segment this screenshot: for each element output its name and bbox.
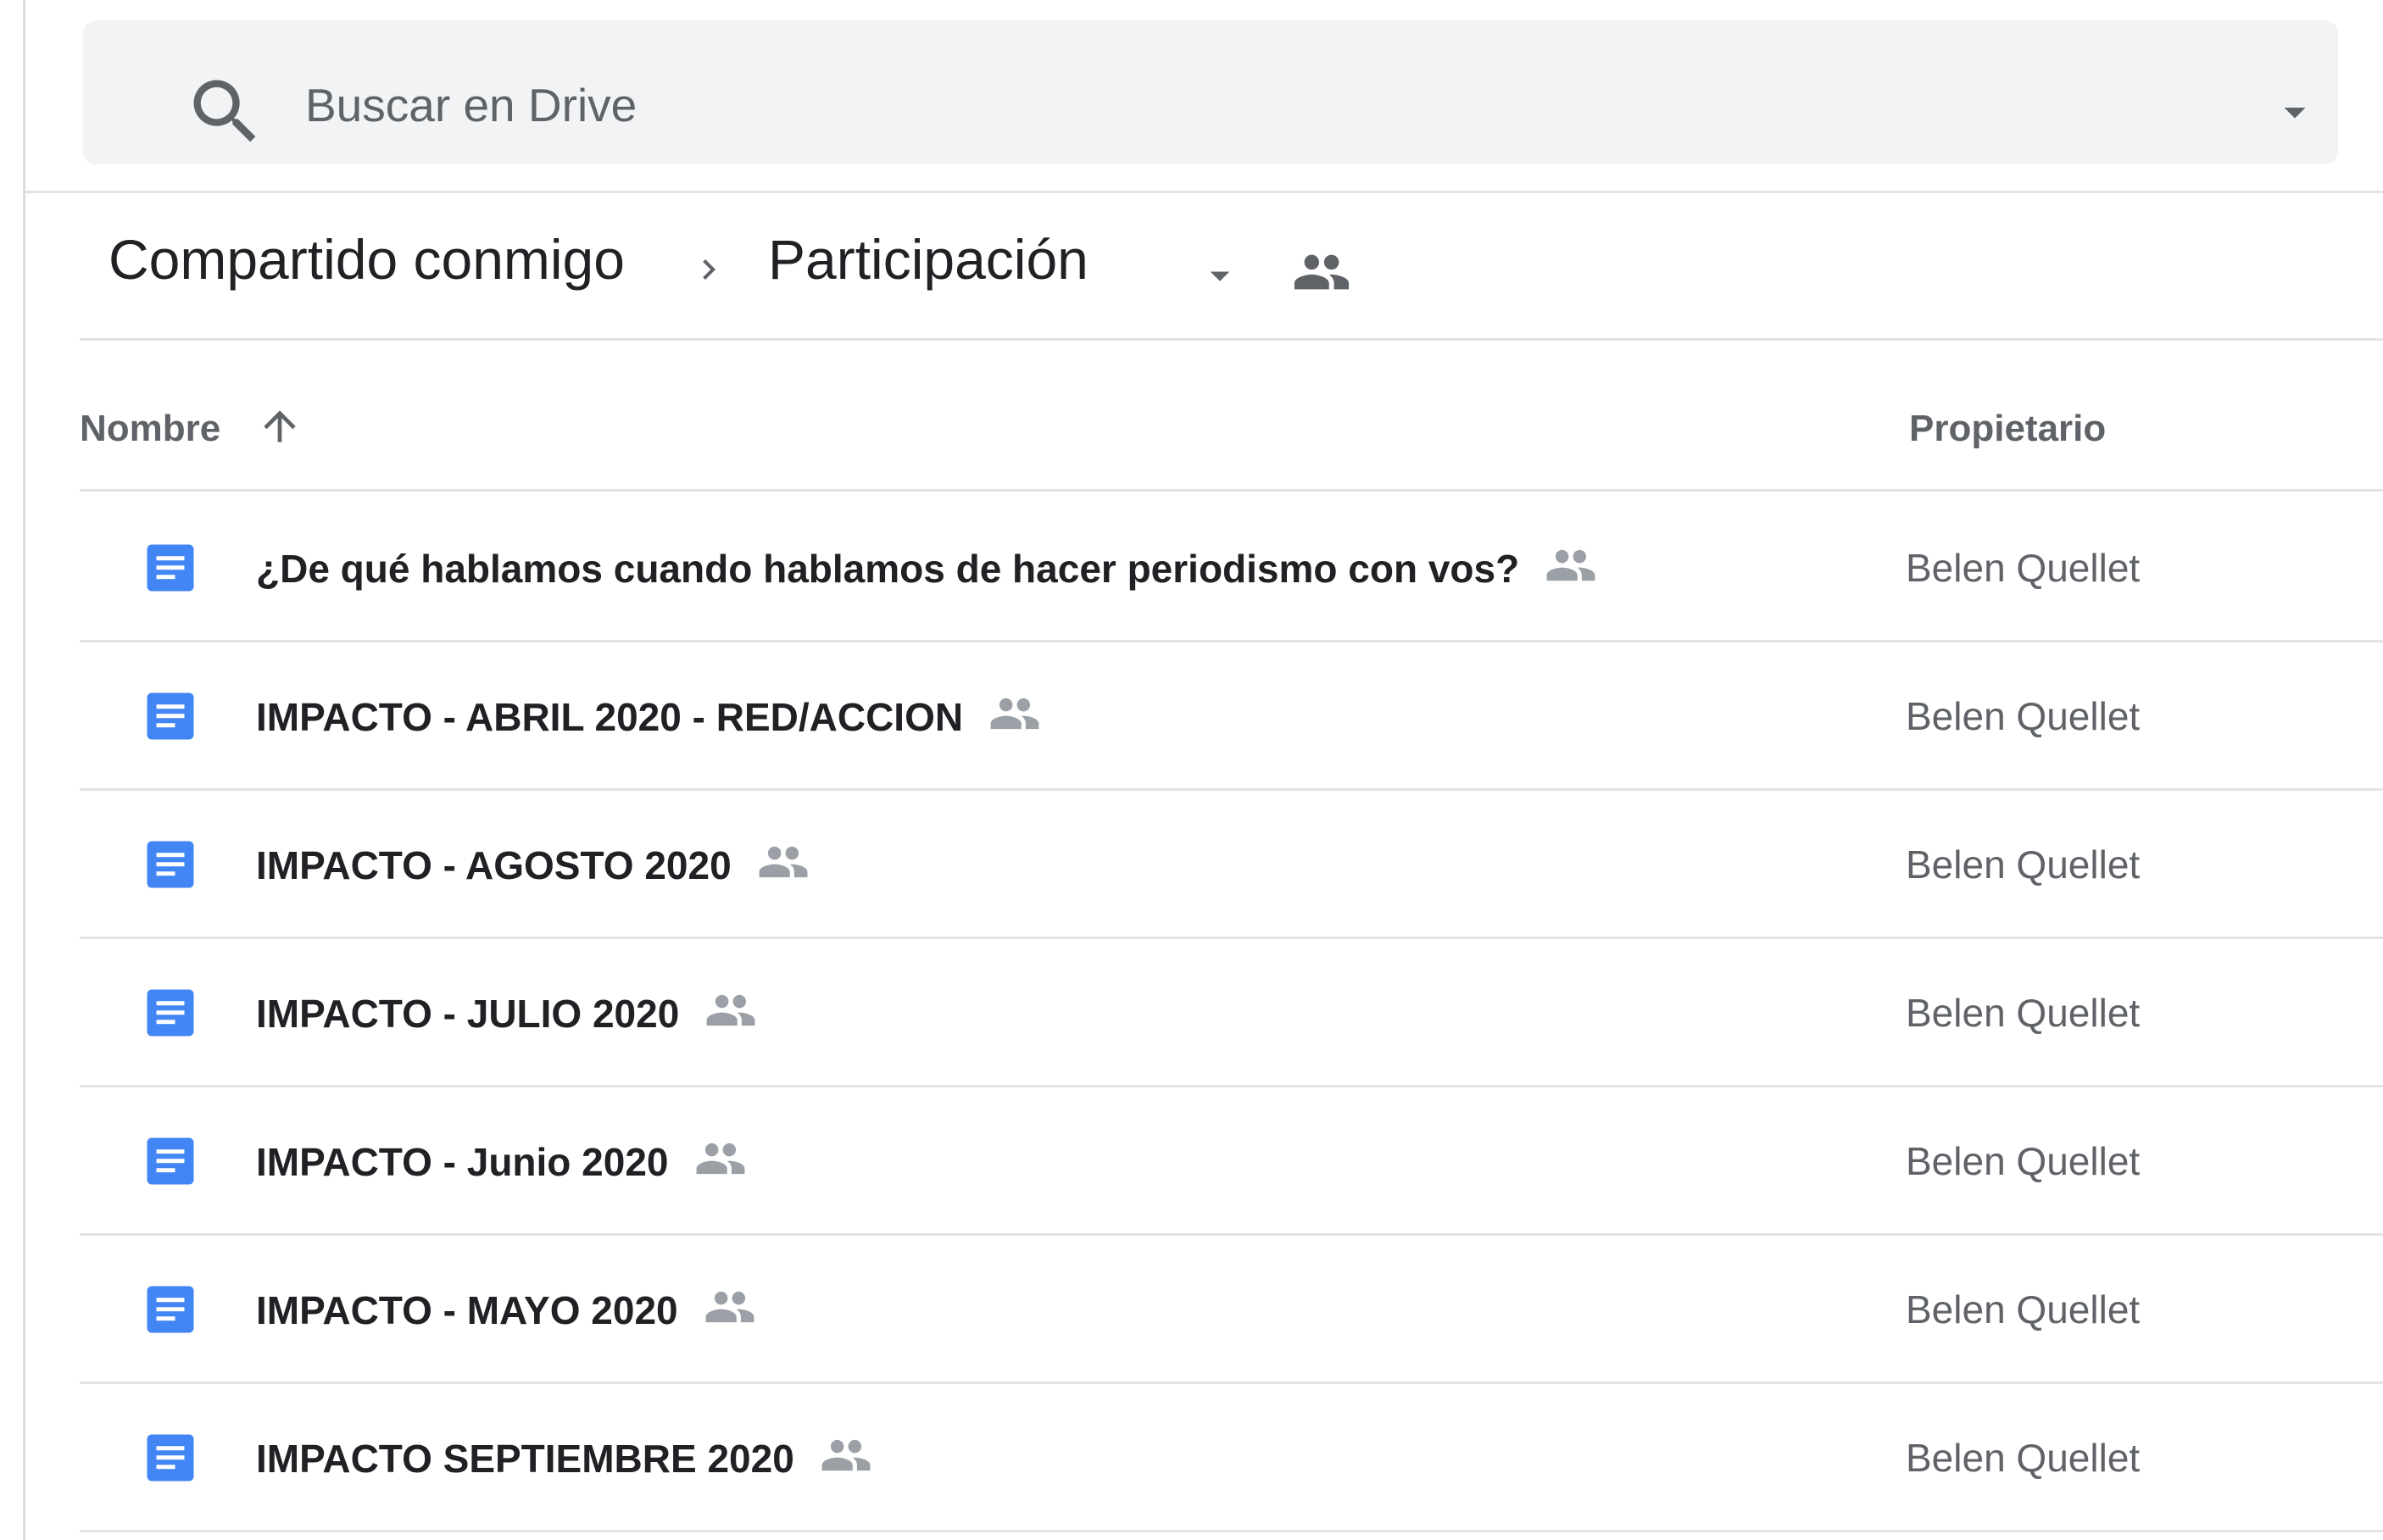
folder-menu-dropdown-icon[interactable]	[1197, 253, 1243, 298]
shared-people-icon	[759, 846, 808, 878]
column-header-name[interactable]: Nombre	[80, 408, 220, 450]
file-name-text: IMPACTO - MAYO 2020	[256, 1288, 678, 1332]
file-name: IMPACTO - AGOSTO 2020	[256, 842, 810, 888]
column-header: Nombre Propietario	[80, 343, 2383, 492]
file-owner: Belen Quellet	[1906, 842, 2141, 887]
file-name: IMPACTO - ABRIL 2020 - RED/ACCION	[256, 693, 1041, 740]
arrow-up-icon[interactable]	[256, 401, 303, 452]
file-owner: Belen Quellet	[1906, 1436, 2141, 1480]
file-owner: Belen Quellet	[1906, 1287, 2141, 1332]
file-row[interactable]: IMPACTO - JULIO 2020 Belen Quellet	[80, 939, 2383, 1087]
file-row[interactable]: IMPACTO SEPTIEMBRE 2020 Belen Quellet	[80, 1384, 2383, 1532]
file-owner: Belen Quellet	[1906, 991, 2141, 1035]
file-owner: Belen Quellet	[1906, 694, 2141, 738]
shared-people-icon	[1546, 549, 1595, 581]
file-name: IMPACTO SEPTIEMBRE 2020	[256, 1435, 872, 1482]
breadcrumb-shared-with-me[interactable]: Compartido conmigo	[109, 227, 625, 292]
file-list: ¿De qué hablamos cuando hablamos de hace…	[80, 494, 2383, 1532]
file-name-text: ¿De qué hablamos cuando hablamos de hace…	[256, 547, 1520, 591]
search-icon[interactable]	[183, 69, 268, 154]
file-row[interactable]: IMPACTO - MAYO 2020 Belen Quellet	[80, 1236, 2383, 1384]
google-doc-icon	[147, 1137, 194, 1185]
file-name: IMPACTO - MAYO 2020	[256, 1287, 756, 1333]
file-name-text: IMPACTO - AGOSTO 2020	[256, 843, 732, 887]
google-doc-icon	[147, 544, 194, 592]
shared-people-icon	[705, 1291, 754, 1323]
file-name-text: IMPACTO - JULIO 2020	[256, 992, 680, 1036]
search-input[interactable]	[305, 58, 1916, 152]
file-name-text: IMPACTO - Junio 2020	[256, 1140, 669, 1184]
file-row[interactable]: ¿De qué hablamos cuando hablamos de hace…	[80, 494, 2383, 642]
file-name-text: IMPACTO - ABRIL 2020 - RED/ACCION	[256, 695, 964, 739]
file-row[interactable]: IMPACTO - Junio 2020 Belen Quellet	[80, 1087, 2383, 1236]
file-row[interactable]: IMPACTO - AGOSTO 2020 Belen Quellet	[80, 791, 2383, 939]
file-name-text: IMPACTO SEPTIEMBRE 2020	[256, 1437, 794, 1481]
google-doc-icon	[147, 1286, 194, 1333]
file-row[interactable]: IMPACTO - ABRIL 2020 - RED/ACCION Belen …	[80, 642, 2383, 791]
column-header-owner[interactable]: Propietario	[1909, 408, 2106, 450]
breadcrumb: Compartido conmigo Participación	[80, 197, 2383, 341]
file-name: IMPACTO - JULIO 2020	[256, 990, 757, 1037]
file-name: ¿De qué hablamos cuando hablamos de hace…	[256, 545, 1597, 592]
shared-people-icon	[990, 698, 1039, 730]
google-doc-icon	[147, 1434, 194, 1482]
people-icon[interactable]	[1292, 242, 1351, 302]
google-doc-icon	[147, 841, 194, 888]
file-owner: Belen Quellet	[1906, 546, 2141, 590]
shared-people-icon	[696, 1142, 744, 1175]
shared-people-icon	[706, 994, 755, 1026]
file-name: IMPACTO - Junio 2020	[256, 1138, 747, 1185]
search-box[interactable]	[83, 20, 2338, 164]
search-options-dropdown-icon[interactable]	[2265, 86, 2325, 137]
chevron-right-icon	[703, 259, 715, 280]
breadcrumb-current-folder[interactable]: Participación	[768, 227, 1088, 292]
file-owner: Belen Quellet	[1906, 1139, 2141, 1183]
google-doc-icon	[147, 989, 194, 1037]
shared-people-icon	[821, 1439, 871, 1471]
top-bar	[25, 0, 2383, 193]
drive-app: Compartido conmigo Participación Nombre …	[0, 0, 2383, 1540]
google-doc-icon	[147, 692, 194, 740]
left-panel-edge	[0, 0, 25, 1540]
